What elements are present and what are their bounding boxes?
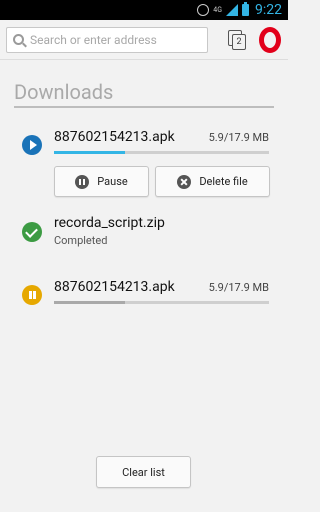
- clear-list-button[interactable]: Clear list: [96, 456, 191, 488]
- delete-label: Delete file: [199, 175, 248, 188]
- download-filename: 887602154213.apk: [54, 129, 175, 145]
- network-type: 4G: [213, 5, 222, 14]
- download-status: Completed: [54, 234, 108, 247]
- alarm-icon: [197, 4, 210, 16]
- paused-icon[interactable]: [22, 285, 42, 305]
- completed-check-icon: [22, 222, 42, 242]
- play-icon[interactable]: [22, 135, 42, 155]
- opera-logo-icon: [258, 26, 281, 53]
- tabs-button[interactable]: 2: [224, 26, 247, 54]
- pause-icon: [75, 174, 90, 189]
- delete-icon: [177, 174, 192, 189]
- tab-count: 2: [232, 33, 246, 50]
- battery-icon: [242, 2, 249, 16]
- address-bar[interactable]: Search or enter address: [6, 26, 208, 53]
- download-progress: [54, 301, 269, 304]
- download-filename: 887602154213.apk: [54, 279, 175, 295]
- delete-file-button[interactable]: Delete file: [155, 166, 270, 197]
- pause-label: Pause: [97, 175, 128, 188]
- pause-button[interactable]: Pause: [54, 166, 149, 197]
- status-bar: 4G 9:22: [0, 0, 288, 20]
- progress-fill: [54, 301, 125, 304]
- opera-menu-button[interactable]: [257, 25, 282, 55]
- download-size: 5.9/17.9 MB: [208, 281, 269, 294]
- download-progress: [54, 151, 269, 154]
- search-icon: [13, 34, 24, 45]
- page-title: Downloads: [14, 80, 274, 108]
- progress-fill: [54, 151, 125, 154]
- address-placeholder: Search or enter address: [30, 32, 157, 47]
- clock: 9:22: [255, 2, 282, 18]
- signal-icon: [226, 4, 238, 16]
- download-filename: recorda_script.zip: [54, 215, 165, 231]
- browser-toolbar: Search or enter address 2: [0, 20, 288, 60]
- download-size: 5.9/17.9 MB: [208, 131, 269, 144]
